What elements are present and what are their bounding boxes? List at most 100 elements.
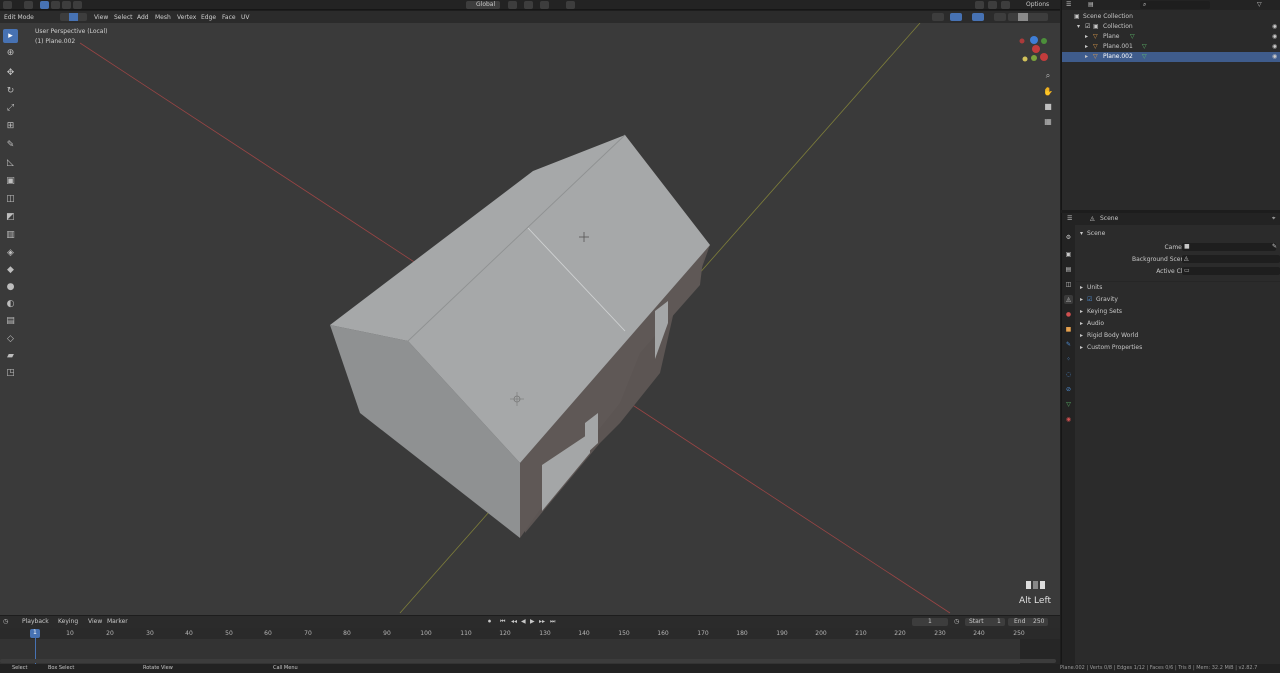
spin-tool[interactable]: ●: [3, 280, 18, 294]
units-arrow-icon[interactable]: ▸: [1080, 284, 1083, 291]
menu-playback[interactable]: Playback: [22, 619, 49, 625]
keying-sets-arrow-icon[interactable]: ▸: [1080, 308, 1083, 315]
panel-rigid-body-world[interactable]: Rigid Body World: [1087, 332, 1138, 339]
menu-marker[interactable]: Marker: [107, 619, 128, 625]
visibility-icon[interactable]: [932, 13, 944, 21]
outliner-row-scene-collection[interactable]: ▣ Scene Collection: [1062, 12, 1280, 22]
xray-icon[interactable]: [994, 13, 1006, 21]
mode-dropdown[interactable]: Edit Mode: [4, 14, 34, 21]
expand-arrow-icon[interactable]: ▸: [1085, 34, 1088, 40]
filter-icon[interactable]: ▽: [1257, 2, 1262, 8]
physics-tab-icon[interactable]: ◌: [1064, 370, 1073, 379]
camera-field[interactable]: ■: [1182, 243, 1276, 251]
eyedropper-icon[interactable]: ✎: [1272, 244, 1277, 250]
properties-editor-icon[interactable]: ☰: [1067, 216, 1072, 222]
menu-vertex[interactable]: Vertex: [177, 14, 196, 21]
panel-custom-properties[interactable]: Custom Properties: [1087, 344, 1142, 351]
mirror-y-toggle[interactable]: [988, 1, 997, 9]
world-tab-icon[interactable]: ●: [1064, 310, 1073, 319]
gizmo-toggle-icon[interactable]: [950, 13, 962, 21]
checkbox-icon[interactable]: ☑: [1085, 24, 1090, 30]
constraints-tab-icon[interactable]: ⊘: [1064, 385, 1073, 394]
frame-ruler[interactable]: 1 10 20 30 40 50 60 70 80 90 100 110 120…: [0, 628, 1060, 664]
material-tab-icon[interactable]: ◉: [1064, 415, 1073, 424]
rotate-tool[interactable]: ↻: [3, 84, 18, 98]
render-tab-icon[interactable]: ▣: [1064, 250, 1073, 259]
cursor-tool[interactable]: ⊕: [3, 46, 18, 60]
menu-add[interactable]: Add: [137, 14, 149, 21]
editor-type-icon[interactable]: [3, 1, 12, 9]
pivot-icon[interactable]: [508, 1, 517, 9]
scene-section-arrow-icon[interactable]: ▾: [1080, 230, 1083, 237]
smooth-tool[interactable]: ◐: [3, 297, 18, 311]
current-frame-field[interactable]: 1: [912, 618, 948, 626]
rip-tool[interactable]: ◳: [3, 366, 18, 380]
view-layer-tab-icon[interactable]: ◫: [1064, 280, 1073, 289]
scene-section-title[interactable]: Scene: [1087, 230, 1105, 237]
menu-view[interactable]: View: [94, 14, 108, 21]
menu-edge[interactable]: Edge: [201, 14, 216, 21]
scene-tab-icon[interactable]: ◬: [1064, 295, 1073, 304]
menu-face[interactable]: Face: [222, 14, 236, 21]
snap-target-icon[interactable]: [540, 1, 549, 9]
data-tab-icon[interactable]: ▽: [1064, 400, 1073, 409]
bevel-tool[interactable]: ◩: [3, 210, 18, 224]
options-menu[interactable]: Options: [1026, 2, 1049, 8]
outliner-row-collection[interactable]: ▾ ☑ ▣ Collection ◉: [1062, 22, 1280, 32]
next-keyframe-icon[interactable]: ▸▸: [539, 619, 545, 625]
menu-keying[interactable]: Keying: [58, 619, 78, 625]
camera-view-icon[interactable]: ■: [1042, 100, 1054, 112]
play-icon[interactable]: [24, 1, 33, 9]
select-box-mode-icon[interactable]: [40, 1, 49, 9]
inset-tool[interactable]: ◫: [3, 192, 18, 206]
select-mode-group[interactable]: [60, 13, 87, 21]
panel-audio[interactable]: Audio: [1087, 320, 1104, 327]
clock-icon[interactable]: ◷: [3, 619, 8, 625]
select-extend-icon[interactable]: [51, 1, 60, 9]
menu-timeline-view[interactable]: View: [88, 619, 102, 625]
output-tab-icon[interactable]: ▤: [1064, 265, 1073, 274]
outliner-row-plane-001[interactable]: ▸ ▽ Plane.001 ▽ ◉: [1062, 42, 1280, 52]
pin-icon[interactable]: ⌖: [1272, 216, 1275, 222]
modifier-tab-icon[interactable]: ✎: [1064, 340, 1073, 349]
custom-props-arrow-icon[interactable]: ▸: [1080, 344, 1083, 351]
outliner-editor-icon[interactable]: ☰: [1066, 2, 1071, 8]
play-reverse-icon[interactable]: ◀: [521, 619, 526, 625]
eye-icon[interactable]: ◉: [1272, 44, 1277, 50]
audio-arrow-icon[interactable]: ▸: [1080, 320, 1083, 327]
jump-end-icon[interactable]: ⏭: [550, 619, 555, 625]
background-scene-field[interactable]: ◬: [1182, 255, 1280, 263]
outliner-row-plane[interactable]: ▸ ▽ Plane ▽ ◉: [1062, 32, 1280, 42]
particles-tab-icon[interactable]: ⁘: [1064, 355, 1073, 364]
select-invert-icon[interactable]: [73, 1, 82, 9]
object-tab-icon[interactable]: ■: [1064, 325, 1073, 334]
panel-gravity[interactable]: Gravity: [1096, 296, 1118, 303]
display-mode-icon[interactable]: ▤: [1088, 2, 1094, 8]
gravity-checkbox-icon[interactable]: ☑: [1087, 296, 1092, 303]
snap-icon[interactable]: [524, 1, 533, 9]
outliner-search-input[interactable]: ⌕: [1140, 1, 1210, 9]
eye-icon[interactable]: ◉: [1272, 54, 1277, 60]
mirror-z-toggle[interactable]: [1001, 1, 1010, 9]
menu-mesh[interactable]: Mesh: [155, 14, 171, 21]
timeline-scrollbar[interactable]: [0, 659, 1056, 663]
play-icon[interactable]: ▶: [530, 619, 535, 625]
pan-hand-icon[interactable]: ✋: [1042, 85, 1054, 97]
mirror-x-toggle[interactable]: [975, 1, 984, 9]
outliner-row-plane-002[interactable]: ▸ ▽ Plane.002 ▽ ◉: [1062, 52, 1280, 62]
knife-tool[interactable]: ◈: [3, 246, 18, 260]
move-tool[interactable]: ✥: [3, 66, 18, 80]
eye-icon[interactable]: ◉: [1272, 24, 1277, 30]
solid-shading-icon[interactable]: [1018, 13, 1028, 21]
annotate-tool[interactable]: ✎: [3, 138, 18, 152]
zoom-icon[interactable]: ⌕: [1042, 70, 1054, 82]
extrude-tool[interactable]: ▣: [3, 174, 18, 188]
panel-units[interactable]: Units: [1087, 284, 1102, 291]
prev-keyframe-icon[interactable]: ◂◂: [511, 619, 517, 625]
scale-tool[interactable]: ⤢: [3, 101, 18, 115]
gravity-arrow-icon[interactable]: ▸: [1080, 296, 1083, 303]
proportional-edit-icon[interactable]: [566, 1, 575, 9]
end-frame-field[interactable]: End 250: [1008, 618, 1048, 626]
playhead-marker[interactable]: 1: [30, 629, 40, 638]
eye-icon[interactable]: ◉: [1272, 34, 1277, 40]
